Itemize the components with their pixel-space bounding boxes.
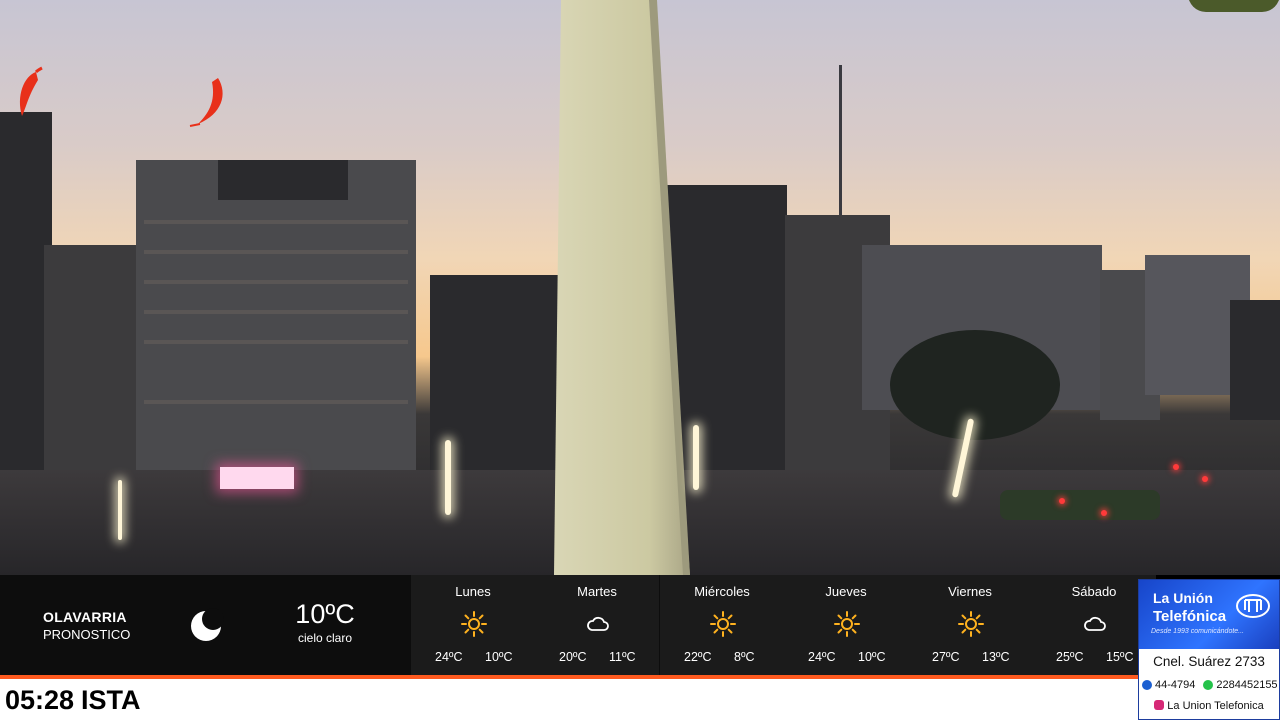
traffic-light: [1059, 498, 1065, 504]
day-low-temp: 15ºC: [1106, 650, 1134, 664]
building: [44, 245, 136, 505]
street-light: [445, 440, 451, 515]
ad-instagram-handle: La Union Telefonica: [1167, 700, 1264, 712]
current-description: cielo claro: [297, 631, 353, 645]
location-block: OLAVARRIA PRONOSTICO: [0, 575, 160, 675]
whatsapp-icon: [1203, 680, 1214, 690]
day-low-temp: 13ºC: [982, 650, 1010, 664]
chili-pepper-icon: [19, 66, 43, 116]
weather-forecast-bar: OLAVARRIA PRONOSTICO 10ºC cielo claro Lu…: [0, 575, 1156, 675]
chili-pepper-icon: [189, 78, 223, 127]
traffic-light: [1202, 476, 1208, 482]
camera-view: [0, 0, 1280, 575]
ad-brand-line2: Telefónica: [1153, 608, 1227, 625]
day-high-temp: 24ºC: [808, 650, 836, 664]
day-high-temp: 20ºC: [559, 650, 587, 664]
day-low-temp: 10ºC: [485, 650, 513, 664]
ad-phone: 44-4794: [1155, 679, 1196, 691]
news-ticker: 05:28 ISTA: [0, 679, 1140, 720]
antenna: [839, 65, 842, 215]
sponsor-ad[interactable]: La Unión Telefónica Desde 1993 comunicán…: [1138, 579, 1280, 720]
sun-icon: [834, 611, 860, 637]
day-high-temp: 24ºC: [435, 650, 463, 664]
tree-corner: [1188, 0, 1280, 12]
cloud-icon: [585, 611, 611, 637]
current-temperature: 10ºC: [295, 599, 355, 629]
street-light: [118, 480, 122, 540]
day-name: Viernes: [948, 584, 992, 599]
sun-icon: [461, 611, 487, 637]
ad-instagram: La Union Telefonica: [1139, 700, 1279, 712]
building: [136, 160, 416, 490]
building: [1230, 300, 1280, 420]
day-name: Martes: [577, 584, 617, 599]
current-conditions: 10ºC cielo claro: [270, 599, 380, 645]
forecast-day: Miércoles 22ºC 8ºC: [660, 575, 784, 675]
forecast-day: Jueves 24ºC 10ºC: [784, 575, 908, 675]
traffic-light: [1101, 510, 1107, 516]
city-name: OLAVARRIA: [43, 608, 127, 625]
moon-icon: [191, 608, 224, 641]
day-name: Jueves: [825, 584, 867, 599]
forecast-day: Lunes 24ºC 10ºC: [411, 575, 535, 675]
forecast-day: Viernes 27ºC 13ºC: [908, 575, 1032, 675]
ticker-text: ISTA: [81, 685, 141, 715]
day-high-temp: 22ºC: [684, 650, 712, 664]
day-low-temp: 8ºC: [734, 650, 755, 664]
ad-phones: 44-4794 2284452155 2: [1142, 679, 1280, 693]
day-low-temp: 11ºC: [609, 650, 636, 664]
ad-logo-icon: [1236, 594, 1270, 618]
day-low-temp: 10ºC: [858, 650, 886, 664]
forecast-day: Martes 20ºC 11ºC: [535, 575, 659, 675]
instagram-icon: [1154, 700, 1165, 710]
sun-icon: [710, 611, 736, 637]
day-high-temp: 27ºC: [932, 650, 960, 664]
sun-icon: [958, 611, 984, 637]
forecast-label: PRONOSTICO: [43, 626, 131, 642]
day-name: Lunes: [455, 584, 491, 599]
day-high-temp: 25ºC: [1056, 650, 1084, 664]
ad-address: Cnel. Suárez 2733: [1153, 654, 1265, 669]
day-name: Miércoles: [694, 584, 750, 599]
obelisk: [554, 0, 690, 575]
grass-area: [1000, 490, 1160, 520]
ad-whatsapp: 2284452155 2: [1216, 679, 1280, 691]
billboard-light: [220, 467, 294, 489]
phone-icon: [1142, 680, 1152, 690]
cloud-icon: [1082, 611, 1108, 637]
ad-banner: La Unión Telefónica Desde 1993 comunicán…: [1139, 580, 1279, 649]
ticker-time: 05:28: [5, 685, 75, 715]
ad-tagline: Desde 1993 comunicándote...: [1151, 628, 1245, 635]
tree: [890, 330, 1060, 440]
building: [218, 160, 348, 200]
street-light: [693, 425, 699, 490]
traffic-light: [1173, 464, 1179, 470]
ad-brand-line1: La Unión: [1153, 590, 1213, 606]
